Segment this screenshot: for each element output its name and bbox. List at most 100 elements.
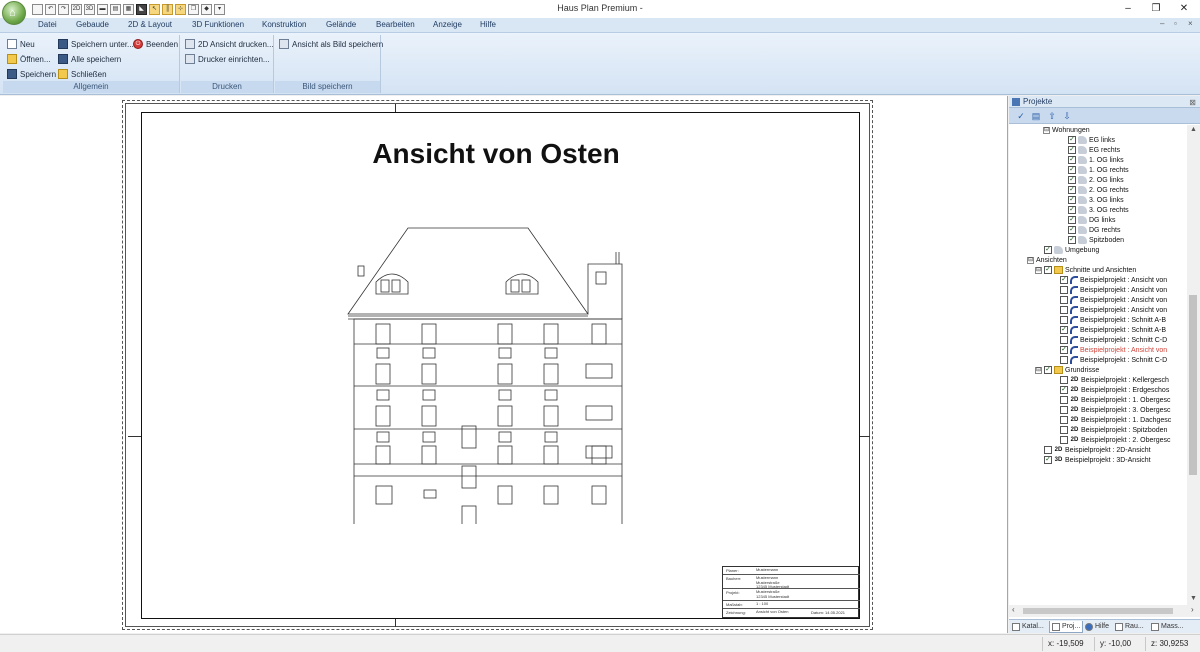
visibility-checkbox[interactable] — [1060, 306, 1068, 314]
menu-hilfe[interactable]: Hilfe — [480, 20, 496, 29]
mdi-close-button[interactable]: × — [1188, 19, 1193, 28]
tree-item[interactable]: 2D Beispielprojekt : 2D-Ansicht — [1035, 445, 1151, 455]
menu-datei[interactable]: Datei — [38, 20, 57, 29]
visibility-checkbox[interactable] — [1060, 296, 1068, 304]
visibility-checkbox[interactable] — [1060, 336, 1068, 344]
tree-item[interactable]: ✓ Beispielprojekt : Ansicht von — [1051, 275, 1167, 285]
visibility-checkbox[interactable]: ✓ — [1068, 196, 1076, 204]
menu-2d-layout[interactable]: 2D & Layout — [128, 20, 172, 29]
visibility-checkbox[interactable] — [1060, 396, 1068, 404]
visibility-checkbox[interactable] — [1060, 416, 1068, 424]
visibility-checkbox[interactable]: ✓ — [1060, 386, 1068, 394]
tree-item[interactable]: Beispielprojekt : Schnitt A-B — [1051, 315, 1166, 325]
tree-item[interactable]: ✓ Umgebung — [1035, 245, 1099, 255]
menu-gelaende[interactable]: Gelände — [326, 20, 356, 29]
visibility-checkbox[interactable]: ✓ — [1044, 266, 1052, 274]
menu-anzeige[interactable]: Anzeige — [433, 20, 462, 29]
visibility-checkbox[interactable]: ✓ — [1060, 326, 1068, 334]
tree-item[interactable]: 2D Beispielprojekt : 3. Obergesc — [1051, 405, 1171, 415]
mdi-minimize-button[interactable]: – — [1160, 19, 1164, 28]
visibility-checkbox[interactable] — [1060, 286, 1068, 294]
visibility-checkbox[interactable]: ✓ — [1068, 156, 1076, 164]
tree-item[interactable]: 2D Beispielprojekt : 1. Obergesc — [1051, 395, 1171, 405]
exit-button[interactable]: ⏻ Beenden — [133, 38, 178, 50]
tab-hilfe[interactable]: Hilfe — [1085, 621, 1109, 633]
visibility-checkbox[interactable] — [1044, 446, 1052, 454]
properties-icon[interactable]: ▤ — [1030, 110, 1042, 122]
tree-item[interactable]: Beispielprojekt : Ansicht von — [1051, 285, 1167, 295]
visibility-checkbox[interactable] — [1060, 426, 1068, 434]
scroll-thumb[interactable] — [1023, 608, 1173, 614]
visibility-checkbox[interactable]: ✓ — [1044, 366, 1052, 374]
tree-item[interactable]: ✓ 2. OG links — [1059, 175, 1124, 185]
tree-item[interactable]: ✓ DG links — [1059, 215, 1115, 225]
tab-raum[interactable]: Rau... — [1115, 621, 1144, 633]
menu-konstruktion[interactable]: Konstruktion — [262, 20, 306, 29]
new-button[interactable]: Neu — [7, 38, 35, 50]
building-elevation[interactable] — [340, 224, 660, 524]
drawing-canvas[interactable]: Ansicht von Osten Planer: Mustermann Bau… — [0, 96, 1008, 633]
tree-item[interactable]: ⊟ Ansichten — [1027, 255, 1067, 265]
close-button[interactable]: ✕ — [1176, 2, 1192, 15]
tree-item[interactable]: ✓ Beispielprojekt : Ansicht von — [1051, 345, 1167, 355]
tree-item[interactable]: ✓ 2. OG rechts — [1059, 185, 1129, 195]
visibility-checkbox[interactable]: ✓ — [1068, 146, 1076, 154]
visibility-checkbox[interactable]: ✓ — [1068, 236, 1076, 244]
tree-item[interactable]: ✓ EG links — [1059, 135, 1115, 145]
menu-3d-funktionen[interactable]: 3D Funktionen — [192, 20, 244, 29]
tree-item[interactable]: Beispielprojekt : Ansicht von — [1051, 305, 1167, 315]
tree-item[interactable]: ✓ 1. OG links — [1059, 155, 1124, 165]
visibility-checkbox[interactable]: ✓ — [1060, 346, 1068, 354]
open-button[interactable]: Öffnen... — [7, 53, 51, 65]
visibility-checkbox[interactable]: ✓ — [1044, 246, 1052, 254]
scroll-left-icon[interactable]: ‹ — [1012, 605, 1015, 614]
tree-expander-icon[interactable]: ⊟ — [1035, 366, 1042, 374]
visibility-checkbox[interactable] — [1060, 436, 1068, 444]
tree-expander-icon[interactable]: ⊟ — [1027, 256, 1034, 264]
tree-item[interactable]: ⊟ ✓ Grundrisse — [1035, 365, 1099, 375]
tree-horizontal-scrollbar[interactable]: ‹ › — [1009, 605, 1200, 617]
visibility-checkbox[interactable]: ✓ — [1068, 176, 1076, 184]
printer-setup-button[interactable]: Drucker einrichten... — [185, 53, 270, 65]
tree-item[interactable]: Beispielprojekt : Schnitt C-D — [1051, 355, 1167, 365]
save-all-button[interactable]: Alle speichern — [58, 53, 121, 65]
maximize-button[interactable]: ❐ — [1148, 2, 1164, 15]
tree-item[interactable]: ⊟ Wohnungen — [1043, 125, 1090, 135]
visibility-checkbox[interactable]: ✓ — [1060, 276, 1068, 284]
minimize-button[interactable]: – — [1120, 2, 1136, 15]
close-doc-button[interactable]: Schließen — [58, 68, 107, 80]
tree-item[interactable]: ✓ Spitzboden — [1059, 235, 1124, 245]
save-button[interactable]: Speichern — [7, 68, 56, 80]
tree-item[interactable]: ✓ 3. OG links — [1059, 195, 1124, 205]
save-view-image-button[interactable]: Ansicht als Bild speichern — [279, 38, 383, 50]
visibility-checkbox[interactable]: ✓ — [1068, 166, 1076, 174]
menu-bearbeiten[interactable]: Bearbeiten — [376, 20, 415, 29]
tree-item[interactable]: Beispielprojekt : Ansicht von — [1051, 295, 1167, 305]
tree-item[interactable]: ✓ DG rechts — [1059, 225, 1121, 235]
tree-item[interactable]: ✓ 2D Beispielprojekt : Erdgeschos — [1051, 385, 1169, 395]
move-down-icon[interactable]: ⇩ — [1061, 110, 1073, 122]
visibility-checkbox[interactable]: ✓ — [1068, 216, 1076, 224]
scroll-right-icon[interactable]: › — [1191, 605, 1194, 614]
visibility-checkbox[interactable]: ✓ — [1068, 206, 1076, 214]
visibility-checkbox[interactable]: ✓ — [1068, 136, 1076, 144]
scroll-thumb[interactable] — [1189, 295, 1197, 475]
visibility-checkbox[interactable]: ✓ — [1044, 456, 1052, 464]
tab-katalog[interactable]: Katal... — [1012, 621, 1044, 633]
visibility-checkbox[interactable] — [1060, 316, 1068, 324]
save-as-button[interactable]: Speichern unter... — [58, 38, 134, 50]
tree-item[interactable]: 2D Beispielprojekt : 1. Dachgesc — [1051, 415, 1171, 425]
app-menu-button[interactable]: ⌂ — [2, 1, 26, 25]
tree-item[interactable]: ⊟ ✓ Schnitte und Ansichten — [1035, 265, 1136, 275]
print-2d-button[interactable]: 2D Ansicht drucken... — [185, 38, 274, 50]
mdi-restore-button[interactable]: ▫ — [1174, 19, 1177, 28]
tree-item[interactable]: ✓ 1. OG rechts — [1059, 165, 1129, 175]
tree-item[interactable]: ✓ Beispielprojekt : Schnitt A-B — [1051, 325, 1166, 335]
tree-item[interactable]: ✓ EG rechts — [1059, 145, 1120, 155]
tree-vertical-scrollbar[interactable]: ▲ ▼ — [1187, 125, 1200, 605]
menu-gebaude[interactable]: Gebaude — [76, 20, 109, 29]
tree-expander-icon[interactable]: ⊟ — [1035, 266, 1042, 274]
tree-item[interactable]: Beispielprojekt : Schnitt C-D — [1051, 335, 1167, 345]
tab-projekte[interactable]: Proj... — [1049, 621, 1084, 633]
visibility-checkbox[interactable]: ✓ — [1068, 226, 1076, 234]
